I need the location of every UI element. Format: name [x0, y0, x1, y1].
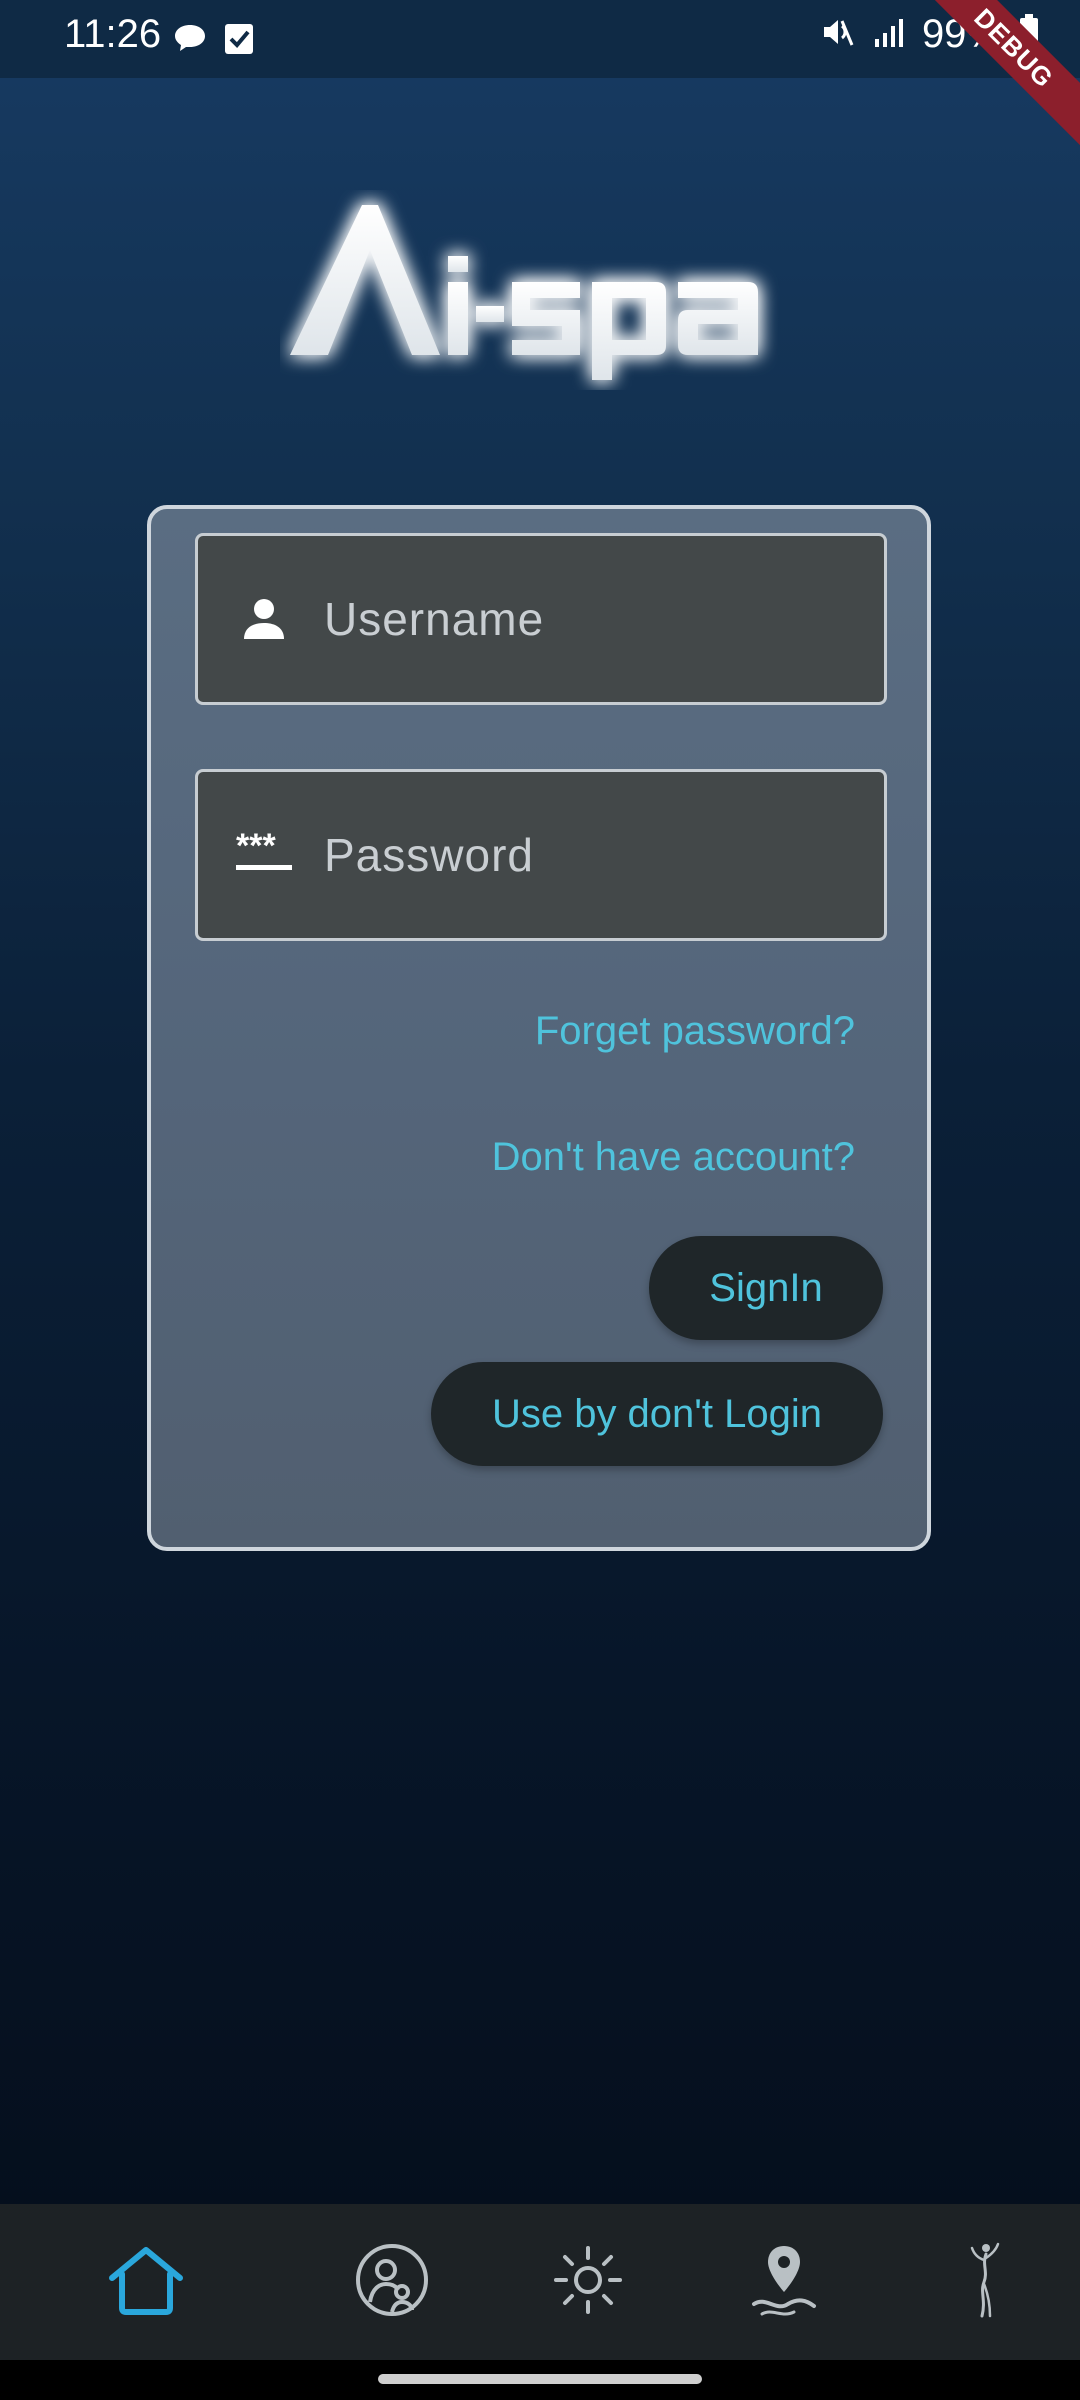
guest-mode-button[interactable]: Use by don't Login — [431, 1362, 883, 1466]
nav-home[interactable] — [98, 2234, 194, 2330]
app-logo — [280, 190, 800, 390]
home-indicator[interactable] — [378, 2374, 702, 2384]
status-time: 11:26 — [64, 12, 162, 56]
sun-icon — [552, 2244, 624, 2321]
nav-body[interactable] — [936, 2234, 1032, 2330]
mute-icon — [818, 13, 856, 56]
no-account-link[interactable]: Don't have account? — [492, 1135, 855, 1180]
login-card: *** Forget password? Don't have account?… — [147, 505, 931, 1551]
home-icon — [106, 2244, 186, 2321]
checkbox-notification-icon — [222, 20, 256, 61]
password-asterisk-icon: *** — [232, 823, 296, 887]
location-pin-icon — [748, 2240, 820, 2325]
password-input[interactable] — [322, 827, 846, 883]
signin-button[interactable]: SignIn — [649, 1236, 883, 1340]
username-input[interactable] — [322, 591, 846, 647]
nav-sun[interactable] — [540, 2234, 636, 2330]
app-screen: 11:26 99% DEBUG Username *** Forget pass… — [0, 0, 1080, 2400]
forgot-password-link[interactable]: Forget password? — [535, 1009, 855, 1054]
username-field[interactable] — [195, 533, 887, 705]
password-field[interactable]: *** — [195, 769, 887, 941]
status-bar: 11:26 99% — [0, 0, 1080, 78]
nav-location[interactable] — [736, 2234, 832, 2330]
profile-icon — [352, 2240, 432, 2325]
body-figure-icon — [960, 2240, 1008, 2325]
signal-icon — [872, 15, 906, 54]
status-notification-icons — [172, 20, 256, 61]
svg-text:***: *** — [236, 831, 276, 865]
person-icon — [232, 587, 296, 651]
chat-bubble-icon — [172, 20, 208, 61]
nav-profile[interactable] — [344, 2234, 440, 2330]
bottom-navigation — [0, 2204, 1080, 2360]
